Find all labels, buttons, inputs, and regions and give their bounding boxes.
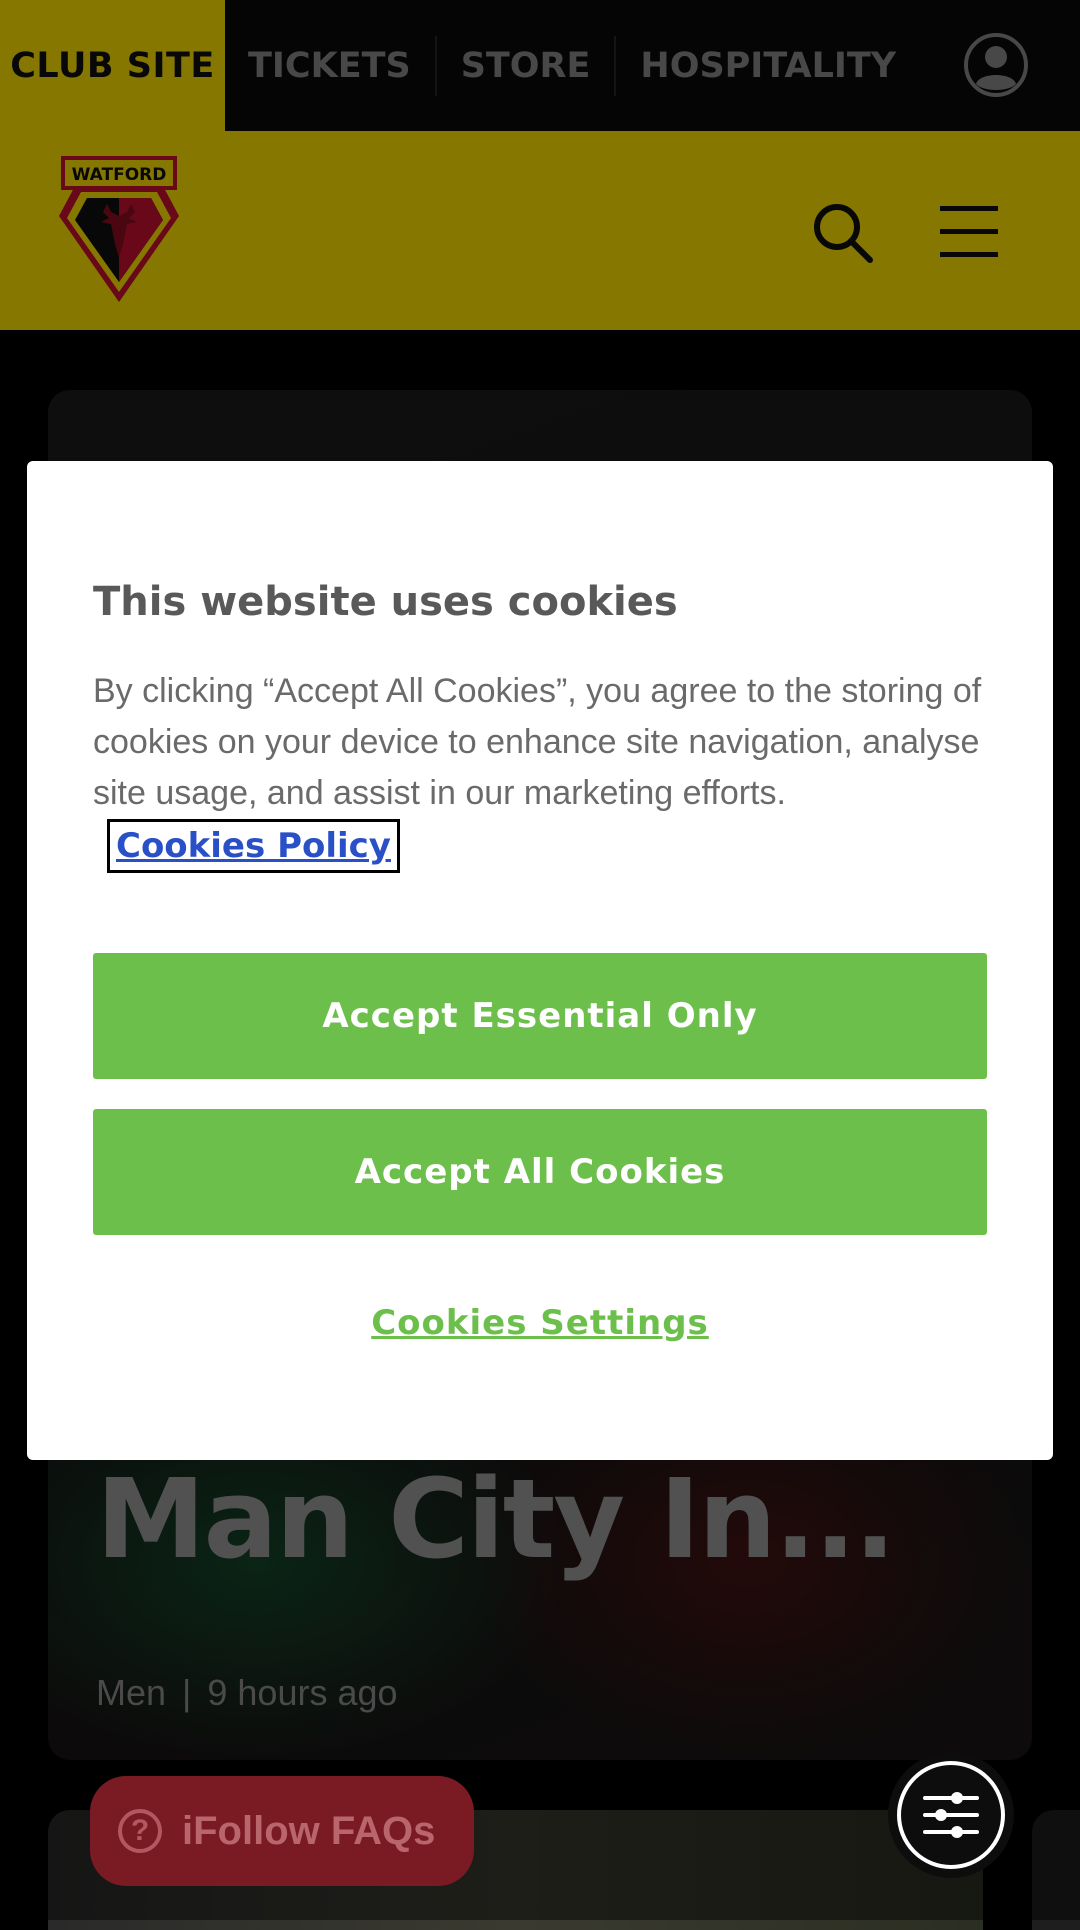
question-circle-icon: ?: [118, 1809, 162, 1853]
accept-essential-button[interactable]: Accept Essential Only: [93, 953, 987, 1079]
cookies-settings-link[interactable]: Cookies Settings: [27, 1303, 1053, 1343]
faq-label: iFollow FAQs: [182, 1808, 436, 1853]
cookie-dialog-body: By clicking “Accept All Cookies”, you ag…: [93, 666, 993, 873]
preferences-button[interactable]: [888, 1752, 1014, 1878]
accept-all-cookies-button[interactable]: Accept All Cookies: [93, 1109, 987, 1235]
cookie-dialog-title: This website uses cookies: [93, 579, 678, 625]
sliders-icon-ring: [897, 1761, 1005, 1869]
cookies-policy-link[interactable]: Cookies Policy: [107, 819, 400, 873]
cookie-consent-dialog: This website uses cookies By clicking “A…: [27, 461, 1053, 1460]
cookie-dialog-text: By clicking “Accept All Cookies”, you ag…: [93, 672, 982, 812]
ifollow-faqs-button[interactable]: ? iFollow FAQs: [90, 1776, 474, 1886]
sliders-icon: [923, 1792, 979, 1838]
